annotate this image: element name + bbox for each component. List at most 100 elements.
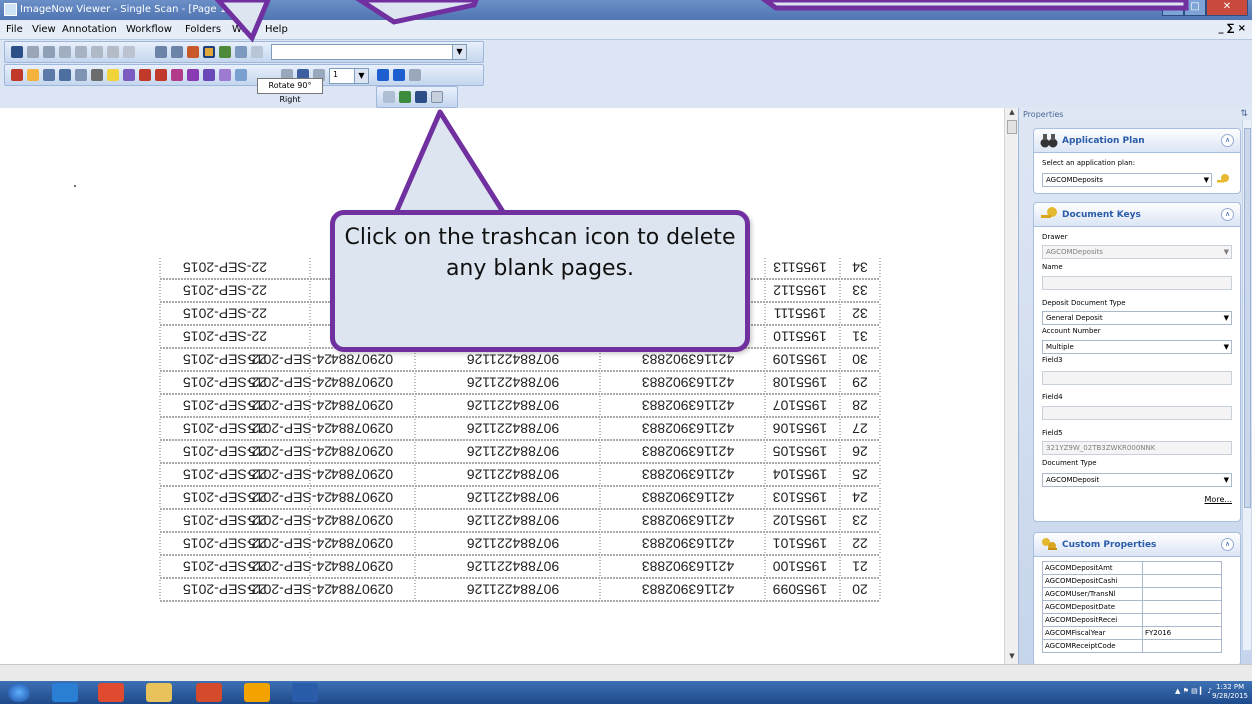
file-explorer-icon[interactable] [146, 683, 172, 702]
custom-property-row[interactable]: AGCOMReceiptCode [1042, 639, 1222, 653]
custom-property-value[interactable] [1142, 561, 1222, 575]
custom-property-row[interactable]: AGCOMUser/TransNl [1042, 587, 1222, 601]
actual-size-icon[interactable] [251, 46, 263, 58]
close-button[interactable]: ✕ [1206, 0, 1248, 16]
copy-icon[interactable] [75, 46, 87, 58]
field4-input[interactable] [1042, 406, 1232, 420]
custom-property-value[interactable] [1142, 587, 1222, 601]
save-page-icon[interactable] [415, 91, 427, 103]
deposit-type-select[interactable]: General Deposit ▼ [1042, 311, 1232, 325]
custom-property-value[interactable] [1142, 639, 1222, 653]
custom-property-row[interactable]: AGCOMDepositRecei [1042, 613, 1222, 627]
imagenow-icon[interactable] [244, 683, 270, 702]
menu-folders[interactable]: Folders [185, 24, 221, 35]
menu-workflow[interactable]: Workflow [126, 24, 172, 35]
custom-property-row[interactable]: AGCOMFiscalYear FY2016 [1042, 626, 1222, 640]
word-icon[interactable] [292, 683, 318, 702]
pin-icon[interactable]: ⇅ [1240, 109, 1248, 119]
text-select-icon[interactable] [59, 69, 71, 81]
custom-property-row[interactable]: AGCOMDepositCashi [1042, 574, 1222, 588]
field5-input[interactable]: 321YZ9W_02TB3ZWKR000NNK [1042, 441, 1232, 455]
properties-scroll-thumb[interactable] [1244, 128, 1251, 508]
stamp-icon[interactable] [75, 69, 87, 81]
menu-file[interactable]: File [6, 24, 23, 35]
line-icon[interactable] [171, 69, 183, 81]
outlook-icon[interactable] [196, 683, 222, 702]
collapse-icon[interactable]: ∧ [1221, 208, 1234, 221]
chrome-icon[interactable] [98, 683, 124, 702]
rectangle-icon[interactable] [235, 69, 247, 81]
freehand-icon[interactable] [203, 69, 215, 81]
toolbar-pages [376, 86, 458, 108]
scroll-thumb[interactable] [1007, 120, 1017, 134]
scan-icon[interactable] [27, 46, 39, 58]
flag-icon[interactable] [11, 69, 23, 81]
next-page-icon[interactable] [377, 69, 389, 81]
page-properties-icon[interactable] [383, 91, 395, 103]
pointer-icon[interactable] [27, 69, 39, 81]
custom-property-value[interactable] [1142, 613, 1222, 627]
properties-icon[interactable] [123, 46, 135, 58]
start-icon[interactable] [8, 683, 30, 702]
marker-icon[interactable] [91, 69, 103, 81]
viewer-scrollbar[interactable]: ▲ ▼ [1004, 108, 1018, 664]
menu-help[interactable]: Help [265, 24, 288, 35]
account-number-value: Multiple [1046, 343, 1074, 351]
fit-width-icon[interactable] [235, 46, 247, 58]
document-cell-text: 1955100 [773, 559, 828, 575]
menu-annotation[interactable]: Annotation [62, 24, 117, 35]
custom-property-value[interactable] [1142, 574, 1222, 588]
email-icon[interactable] [59, 46, 71, 58]
rotate-left-icon[interactable] [187, 46, 199, 58]
rotate-right-icon[interactable] [203, 46, 215, 58]
account-number-select[interactable]: Multiple ▼ [1042, 340, 1232, 354]
custom-property-row[interactable]: AGCOMDepositDate [1042, 600, 1222, 614]
custom-property-value[interactable]: FY2016 [1142, 626, 1222, 640]
last-page-icon[interactable] [393, 69, 405, 81]
name-field[interactable] [1042, 276, 1232, 290]
properties-scrollbar[interactable] [1242, 120, 1251, 650]
custom-property-value[interactable] [1142, 600, 1222, 614]
menu-window[interactable]: Wi [232, 24, 244, 35]
maximize-button[interactable]: □ [1184, 0, 1206, 16]
page-number-input[interactable]: 1 ▼ [329, 68, 369, 84]
scroll-down-icon[interactable]: ▼ [1005, 652, 1019, 664]
application-plan-select[interactable]: AGCOMDeposits ▼ [1042, 173, 1212, 187]
system-tray[interactable]: ▲ ⚑ ▤ ▎ ♪ [1175, 687, 1212, 695]
clock[interactable]: 1:32 PM 9/28/2015 [1212, 683, 1248, 701]
scroll-up-icon[interactable]: ▲ [1005, 108, 1019, 120]
highlight-icon[interactable] [107, 69, 119, 81]
pen-icon[interactable] [139, 69, 151, 81]
custom-properties-header[interactable]: Custom Properties ∧ [1034, 533, 1240, 557]
zoom-in-icon[interactable] [155, 46, 167, 58]
custom-property-row[interactable]: AGCOMDepositAmt [1042, 561, 1222, 575]
collapse-icon[interactable]: ∧ [1221, 134, 1234, 147]
minimize-button[interactable]: – [1162, 0, 1184, 16]
internet-explorer-icon[interactable] [52, 683, 78, 702]
menu-view[interactable]: View [32, 24, 56, 35]
skip-icon[interactable] [409, 69, 421, 81]
collapse-icon[interactable]: ∧ [1221, 538, 1234, 551]
cut-icon[interactable] [91, 46, 103, 58]
info-icon[interactable] [107, 46, 119, 58]
more-link[interactable]: More... [1205, 495, 1232, 504]
zoom-out-icon[interactable] [171, 46, 183, 58]
pan-icon[interactable] [43, 69, 55, 81]
trashcan-icon[interactable] [431, 91, 443, 103]
print-icon[interactable] [43, 46, 55, 58]
document-viewer[interactable]: 34 1955113 22-SEP-2015 33 1955112 22-SEP-2015… [0, 108, 1004, 664]
check-icon[interactable] [155, 69, 167, 81]
arrow-icon[interactable] [187, 69, 199, 81]
text-annotation-icon[interactable] [123, 69, 135, 81]
field3-input[interactable] [1042, 371, 1232, 385]
mdi-controls[interactable]: _ ∑ × [1218, 23, 1246, 34]
application-plan-header[interactable]: Application Plan ∧ [1034, 129, 1240, 153]
view-combo[interactable]: ▼ [271, 44, 467, 60]
save-icon[interactable] [11, 46, 23, 58]
arrow-line-icon[interactable] [219, 69, 231, 81]
document-keys-header[interactable]: Document Keys ∧ [1034, 203, 1240, 227]
fit-page-icon[interactable] [219, 46, 231, 58]
key-icon[interactable] [1216, 173, 1230, 187]
document-type-select[interactable]: AGCOMDeposit ▼ [1042, 473, 1232, 487]
insert-page-icon[interactable] [399, 91, 411, 103]
